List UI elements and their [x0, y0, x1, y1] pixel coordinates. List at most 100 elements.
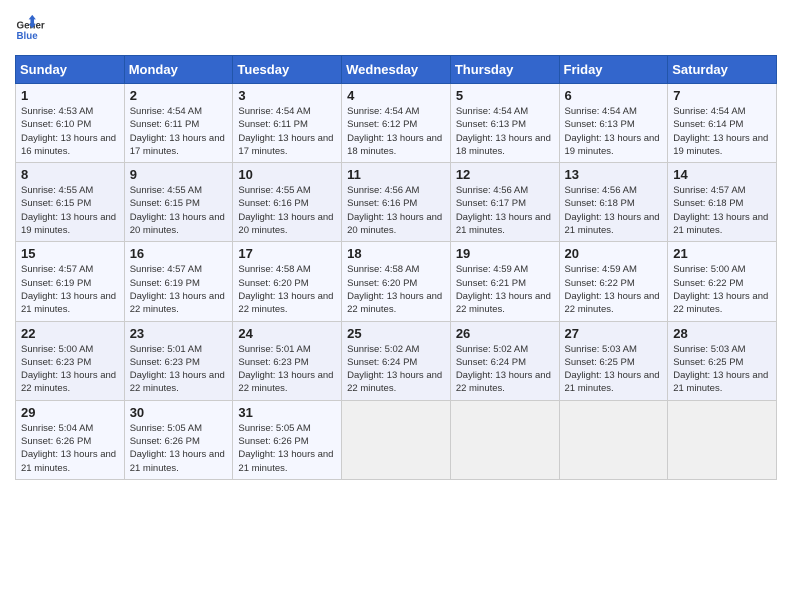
- calendar-cell: [668, 400, 777, 479]
- page-header: General Blue: [15, 15, 777, 45]
- day-number: 3: [238, 88, 336, 103]
- calendar-cell: 23 Sunrise: 5:01 AM Sunset: 6:23 PM Dayl…: [124, 321, 233, 400]
- day-info: Sunrise: 4:54 AM Sunset: 6:13 PM Dayligh…: [565, 105, 663, 158]
- day-number: 19: [456, 246, 554, 261]
- day-info: Sunrise: 4:55 AM Sunset: 6:15 PM Dayligh…: [21, 184, 119, 237]
- weekday-header-monday: Monday: [124, 56, 233, 84]
- day-info: Sunrise: 4:56 AM Sunset: 6:16 PM Dayligh…: [347, 184, 445, 237]
- day-info: Sunrise: 4:56 AM Sunset: 6:18 PM Dayligh…: [565, 184, 663, 237]
- calendar-table: SundayMondayTuesdayWednesdayThursdayFrid…: [15, 55, 777, 480]
- calendar-cell: 21 Sunrise: 5:00 AM Sunset: 6:22 PM Dayl…: [668, 242, 777, 321]
- day-number: 16: [130, 246, 228, 261]
- calendar-cell: 13 Sunrise: 4:56 AM Sunset: 6:18 PM Dayl…: [559, 163, 668, 242]
- day-number: 28: [673, 326, 771, 341]
- calendar-week-2: 8 Sunrise: 4:55 AM Sunset: 6:15 PM Dayli…: [16, 163, 777, 242]
- day-number: 24: [238, 326, 336, 341]
- calendar-cell: [559, 400, 668, 479]
- calendar-cell: 30 Sunrise: 5:05 AM Sunset: 6:26 PM Dayl…: [124, 400, 233, 479]
- day-info: Sunrise: 4:57 AM Sunset: 6:19 PM Dayligh…: [130, 263, 228, 316]
- calendar-cell: [450, 400, 559, 479]
- calendar-cell: 7 Sunrise: 4:54 AM Sunset: 6:14 PM Dayli…: [668, 84, 777, 163]
- calendar-cell: 20 Sunrise: 4:59 AM Sunset: 6:22 PM Dayl…: [559, 242, 668, 321]
- day-number: 8: [21, 167, 119, 182]
- day-info: Sunrise: 4:53 AM Sunset: 6:10 PM Dayligh…: [21, 105, 119, 158]
- day-info: Sunrise: 5:05 AM Sunset: 6:26 PM Dayligh…: [238, 422, 336, 475]
- calendar-cell: 12 Sunrise: 4:56 AM Sunset: 6:17 PM Dayl…: [450, 163, 559, 242]
- day-info: Sunrise: 4:54 AM Sunset: 6:12 PM Dayligh…: [347, 105, 445, 158]
- calendar-cell: 29 Sunrise: 5:04 AM Sunset: 6:26 PM Dayl…: [16, 400, 125, 479]
- weekday-header-saturday: Saturday: [668, 56, 777, 84]
- day-info: Sunrise: 4:54 AM Sunset: 6:14 PM Dayligh…: [673, 105, 771, 158]
- day-number: 18: [347, 246, 445, 261]
- calendar-cell: 31 Sunrise: 5:05 AM Sunset: 6:26 PM Dayl…: [233, 400, 342, 479]
- calendar-week-4: 22 Sunrise: 5:00 AM Sunset: 6:23 PM Dayl…: [16, 321, 777, 400]
- calendar-cell: 11 Sunrise: 4:56 AM Sunset: 6:16 PM Dayl…: [342, 163, 451, 242]
- day-number: 21: [673, 246, 771, 261]
- calendar-cell: 1 Sunrise: 4:53 AM Sunset: 6:10 PM Dayli…: [16, 84, 125, 163]
- day-number: 1: [21, 88, 119, 103]
- day-number: 7: [673, 88, 771, 103]
- day-info: Sunrise: 5:04 AM Sunset: 6:26 PM Dayligh…: [21, 422, 119, 475]
- day-number: 22: [21, 326, 119, 341]
- day-number: 12: [456, 167, 554, 182]
- calendar-week-5: 29 Sunrise: 5:04 AM Sunset: 6:26 PM Dayl…: [16, 400, 777, 479]
- day-number: 4: [347, 88, 445, 103]
- day-number: 13: [565, 167, 663, 182]
- day-info: Sunrise: 5:05 AM Sunset: 6:26 PM Dayligh…: [130, 422, 228, 475]
- day-number: 29: [21, 405, 119, 420]
- calendar-cell: 5 Sunrise: 4:54 AM Sunset: 6:13 PM Dayli…: [450, 84, 559, 163]
- calendar-cell: 4 Sunrise: 4:54 AM Sunset: 6:12 PM Dayli…: [342, 84, 451, 163]
- calendar-cell: 14 Sunrise: 4:57 AM Sunset: 6:18 PM Dayl…: [668, 163, 777, 242]
- svg-text:Blue: Blue: [17, 31, 39, 42]
- calendar-cell: 24 Sunrise: 5:01 AM Sunset: 6:23 PM Dayl…: [233, 321, 342, 400]
- day-number: 11: [347, 167, 445, 182]
- calendar-cell: 16 Sunrise: 4:57 AM Sunset: 6:19 PM Dayl…: [124, 242, 233, 321]
- day-number: 15: [21, 246, 119, 261]
- day-info: Sunrise: 5:00 AM Sunset: 6:22 PM Dayligh…: [673, 263, 771, 316]
- calendar-cell: 28 Sunrise: 5:03 AM Sunset: 6:25 PM Dayl…: [668, 321, 777, 400]
- day-info: Sunrise: 4:59 AM Sunset: 6:21 PM Dayligh…: [456, 263, 554, 316]
- day-info: Sunrise: 4:58 AM Sunset: 6:20 PM Dayligh…: [347, 263, 445, 316]
- day-number: 2: [130, 88, 228, 103]
- day-info: Sunrise: 4:56 AM Sunset: 6:17 PM Dayligh…: [456, 184, 554, 237]
- calendar-cell: 10 Sunrise: 4:55 AM Sunset: 6:16 PM Dayl…: [233, 163, 342, 242]
- day-number: 25: [347, 326, 445, 341]
- day-number: 14: [673, 167, 771, 182]
- calendar-cell: 8 Sunrise: 4:55 AM Sunset: 6:15 PM Dayli…: [16, 163, 125, 242]
- day-info: Sunrise: 4:54 AM Sunset: 6:11 PM Dayligh…: [238, 105, 336, 158]
- day-number: 17: [238, 246, 336, 261]
- calendar-cell: 6 Sunrise: 4:54 AM Sunset: 6:13 PM Dayli…: [559, 84, 668, 163]
- day-info: Sunrise: 4:54 AM Sunset: 6:13 PM Dayligh…: [456, 105, 554, 158]
- weekday-header-wednesday: Wednesday: [342, 56, 451, 84]
- calendar-cell: 26 Sunrise: 5:02 AM Sunset: 6:24 PM Dayl…: [450, 321, 559, 400]
- day-number: 27: [565, 326, 663, 341]
- day-info: Sunrise: 5:02 AM Sunset: 6:24 PM Dayligh…: [456, 343, 554, 396]
- day-number: 6: [565, 88, 663, 103]
- day-info: Sunrise: 4:58 AM Sunset: 6:20 PM Dayligh…: [238, 263, 336, 316]
- day-number: 5: [456, 88, 554, 103]
- calendar-cell: 18 Sunrise: 4:58 AM Sunset: 6:20 PM Dayl…: [342, 242, 451, 321]
- day-number: 31: [238, 405, 336, 420]
- calendar-cell: 27 Sunrise: 5:03 AM Sunset: 6:25 PM Dayl…: [559, 321, 668, 400]
- day-number: 26: [456, 326, 554, 341]
- calendar-week-1: 1 Sunrise: 4:53 AM Sunset: 6:10 PM Dayli…: [16, 84, 777, 163]
- calendar-cell: 2 Sunrise: 4:54 AM Sunset: 6:11 PM Dayli…: [124, 84, 233, 163]
- calendar-cell: 22 Sunrise: 5:00 AM Sunset: 6:23 PM Dayl…: [16, 321, 125, 400]
- weekday-header-thursday: Thursday: [450, 56, 559, 84]
- weekday-header-sunday: Sunday: [16, 56, 125, 84]
- day-number: 9: [130, 167, 228, 182]
- weekday-header-friday: Friday: [559, 56, 668, 84]
- day-info: Sunrise: 4:54 AM Sunset: 6:11 PM Dayligh…: [130, 105, 228, 158]
- day-info: Sunrise: 5:02 AM Sunset: 6:24 PM Dayligh…: [347, 343, 445, 396]
- day-info: Sunrise: 5:03 AM Sunset: 6:25 PM Dayligh…: [673, 343, 771, 396]
- calendar-cell: 3 Sunrise: 4:54 AM Sunset: 6:11 PM Dayli…: [233, 84, 342, 163]
- day-number: 30: [130, 405, 228, 420]
- calendar-cell: 19 Sunrise: 4:59 AM Sunset: 6:21 PM Dayl…: [450, 242, 559, 321]
- day-info: Sunrise: 4:57 AM Sunset: 6:18 PM Dayligh…: [673, 184, 771, 237]
- calendar-cell: 25 Sunrise: 5:02 AM Sunset: 6:24 PM Dayl…: [342, 321, 451, 400]
- weekday-header-tuesday: Tuesday: [233, 56, 342, 84]
- calendar-cell: [342, 400, 451, 479]
- day-info: Sunrise: 4:55 AM Sunset: 6:16 PM Dayligh…: [238, 184, 336, 237]
- calendar-cell: 9 Sunrise: 4:55 AM Sunset: 6:15 PM Dayli…: [124, 163, 233, 242]
- day-info: Sunrise: 4:59 AM Sunset: 6:22 PM Dayligh…: [565, 263, 663, 316]
